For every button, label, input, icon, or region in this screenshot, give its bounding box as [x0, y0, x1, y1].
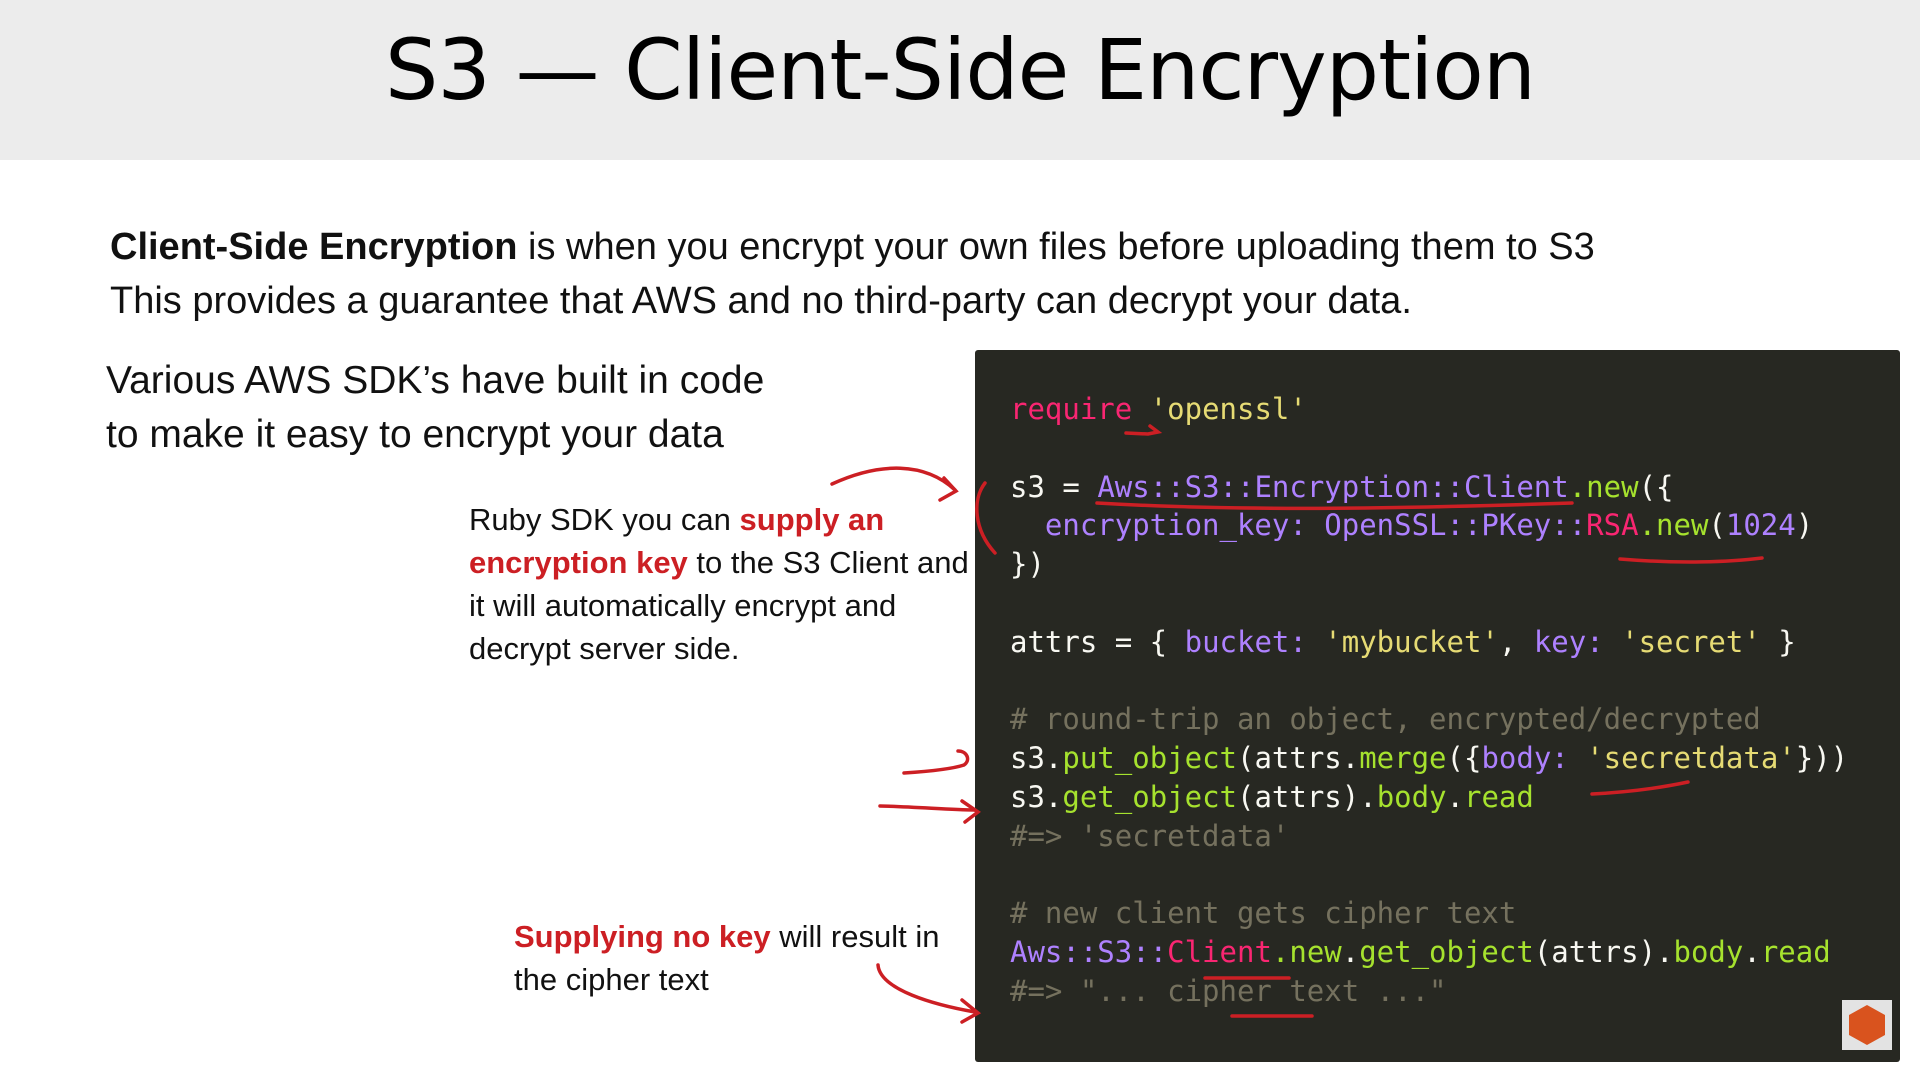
code-line-encryption-key: encryption_key: OpenSSL::PKey::RSA.new(1…: [1010, 508, 1814, 543]
annotation-get-object-pointer: [878, 804, 977, 812]
title-bar: S3 — Client-Side Encryption: [0, 0, 1920, 160]
sdk-paragraph: Various AWS SDK’s have built in code to …: [106, 354, 764, 462]
slide-title: S3 — Client-Side Encryption: [385, 21, 1536, 119]
sdk-line-2: to make it easy to encrypt your data: [106, 413, 724, 456]
arrowhead-client-icon: [938, 476, 959, 502]
no-key-highlight: Supplying no key: [514, 919, 771, 954]
intro-line-2: This provides a guarantee that AWS and n…: [110, 280, 1412, 322]
code-line-get-object: s3.get_object(attrs).body.read: [1010, 779, 1534, 814]
code-line-close: }): [1010, 547, 1045, 582]
no-key-note: Supplying no key will result in the ciph…: [514, 915, 954, 1001]
ruby-note-before: Ruby SDK you can: [469, 502, 740, 537]
code-block: require 'openssl' s3 = Aws::S3::Encrypti…: [1010, 390, 1848, 1011]
logo-hexagon-icon: [1842, 1000, 1892, 1050]
code-line-new-client: Aws::S3::Client.new.get_object(attrs).bo…: [1010, 935, 1831, 970]
code-line-client: s3 = Aws::S3::Encryption::Client.new({: [1010, 469, 1674, 504]
code-comment-roundtrip: # round-trip an object, encrypted/decryp…: [1010, 702, 1761, 737]
intro-line-1-rest: is when you encrypt your own files befor…: [517, 226, 1595, 268]
code-line-put-object: s3.put_object(attrs.merge({body: 'secret…: [1010, 741, 1849, 776]
sdk-line-1: Various AWS SDK’s have built in code: [106, 359, 765, 402]
code-line-require: require 'openssl': [1010, 392, 1307, 426]
annotation-put-object-pointer: [902, 749, 970, 775]
annotation-arrow-to-client: [830, 466, 957, 492]
code-result-cipher: #=> "... cipher text ...": [1010, 973, 1447, 1008]
code-panel: require 'openssl' s3 = Aws::S3::Encrypti…: [975, 350, 1900, 1062]
intro-paragraph: Client-Side Encryption is when you encry…: [110, 220, 1595, 328]
code-comment-new-client: # new client gets cipher text: [1010, 896, 1517, 931]
code-line-attrs: attrs = { bucket: 'mybucket', key: 'secr…: [1010, 624, 1796, 659]
intro-line-1: Client-Side Encryption is when you encry…: [110, 220, 1595, 274]
code-result-secretdata: #=> 'secretdata': [1010, 818, 1290, 853]
intro-bold-term: Client-Side Encryption: [110, 226, 518, 268]
ruby-sdk-note: Ruby SDK you can supply an encryption ke…: [469, 498, 969, 670]
